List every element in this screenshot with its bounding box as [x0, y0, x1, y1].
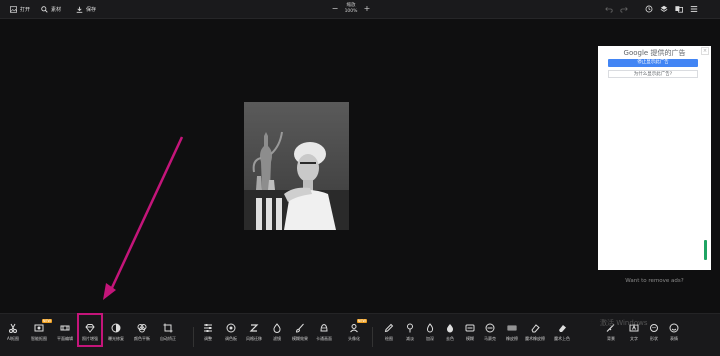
tool-label: 自动矫正 [160, 336, 176, 341]
smart-cutout-icon [34, 324, 44, 332]
tool-label: 曝光修复 [108, 336, 124, 341]
tool-label: 模糊效果 [292, 336, 308, 341]
tool-label: 去色 [446, 336, 454, 341]
tool-label: 卡通画面 [316, 336, 332, 341]
emoji-icon [669, 323, 679, 333]
tool-label: 颜色平衡 [134, 336, 150, 341]
avatar-icon [350, 324, 358, 333]
tool-emoji[interactable]: 表情 [661, 323, 687, 351]
drop-icon [273, 323, 281, 333]
shape-icon [650, 324, 658, 332]
crop-icon [163, 323, 173, 333]
magic-eraser-icon [531, 324, 540, 333]
tool-label: 滤镜 [273, 336, 281, 341]
pencil-icon [384, 323, 394, 333]
tool-crop[interactable]: 自动矫正 [155, 323, 181, 351]
tool-label: 调整 [204, 336, 212, 341]
tool-cartoon[interactable]: 卡通画面 [311, 323, 337, 351]
tool-label: 头像化 [348, 336, 360, 341]
separator [372, 327, 373, 347]
magic-color-icon [559, 325, 566, 332]
tool-magic-color[interactable]: 魔术上色 [549, 323, 575, 351]
tool-label: 减淡 [406, 336, 414, 341]
tool-label: 表情 [670, 336, 678, 341]
tool-label: 加深 [426, 336, 434, 341]
mosaic-icon [485, 323, 495, 333]
style-icon [249, 324, 259, 332]
separator [193, 327, 194, 347]
tool-label: 形状 [650, 336, 658, 341]
tool-label: 模糊 [466, 336, 474, 341]
tool-label: 文字 [630, 336, 638, 341]
tool-avatar[interactable]: 头像化 NEW [341, 319, 367, 351]
exposure-icon [111, 323, 121, 333]
burn-icon [426, 323, 434, 333]
palette-icon [226, 323, 236, 333]
tool-exposure[interactable]: 曝光修复 [103, 323, 129, 351]
new-badge: NEW [41, 319, 52, 323]
tool-label: 绘图 [385, 336, 393, 341]
tool-magic-eraser[interactable]: 魔术橡皮擦 [522, 323, 548, 351]
tool-label: 马赛克 [484, 336, 496, 341]
tool-label: 调色板 [225, 336, 237, 341]
tool-label: 魔术橡皮擦 [525, 336, 545, 341]
tool-color-balance[interactable]: 颜色平衡 [129, 323, 155, 351]
tool-brush[interactable]: 模糊效果 [287, 323, 313, 351]
tool-scissors[interactable]: AI抠图 [0, 323, 26, 351]
blur-icon [465, 324, 475, 332]
tool-label: 魔术上色 [554, 336, 570, 341]
watermark-text: 激活 Windows [600, 319, 648, 327]
tool-flat-edit[interactable]: 平面编辑 [52, 323, 78, 351]
tool-label: 背景 [607, 336, 615, 341]
sliders-icon [204, 324, 212, 332]
flat-edit-icon [60, 325, 70, 331]
brush-icon [295, 323, 304, 333]
annotation-arrow [103, 136, 184, 300]
eraser-icon [507, 325, 517, 331]
scissors-icon [9, 323, 17, 333]
dodge-icon [407, 323, 413, 333]
tool-label: 风格迁移 [246, 336, 262, 341]
tool-label: 平面编辑 [57, 336, 73, 341]
cartoon-icon [320, 323, 328, 332]
desaturate-icon [446, 324, 454, 333]
tool-label: AI抠图 [7, 336, 19, 341]
tool-smart-cutout[interactable]: 智能抠图 NEW [26, 319, 52, 351]
highlight-box [77, 313, 103, 347]
color-balance-icon [137, 324, 147, 333]
tool-label: 橡皮擦 [506, 336, 518, 341]
new-badge: NEW [356, 319, 367, 323]
tool-label: 智能抠图 [31, 336, 47, 341]
